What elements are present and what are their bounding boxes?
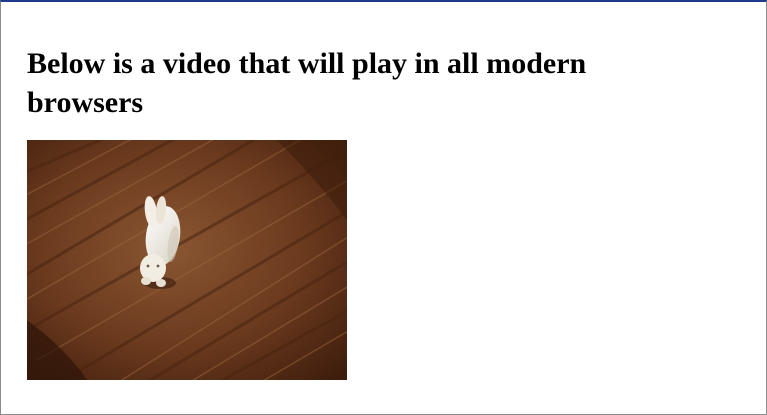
video-player[interactable] bbox=[27, 140, 347, 380]
page-heading: Below is a video that will play in all m… bbox=[27, 47, 587, 119]
video-frame bbox=[27, 140, 347, 380]
browser-viewport: Below is a video that will play in all m… bbox=[0, 0, 767, 415]
